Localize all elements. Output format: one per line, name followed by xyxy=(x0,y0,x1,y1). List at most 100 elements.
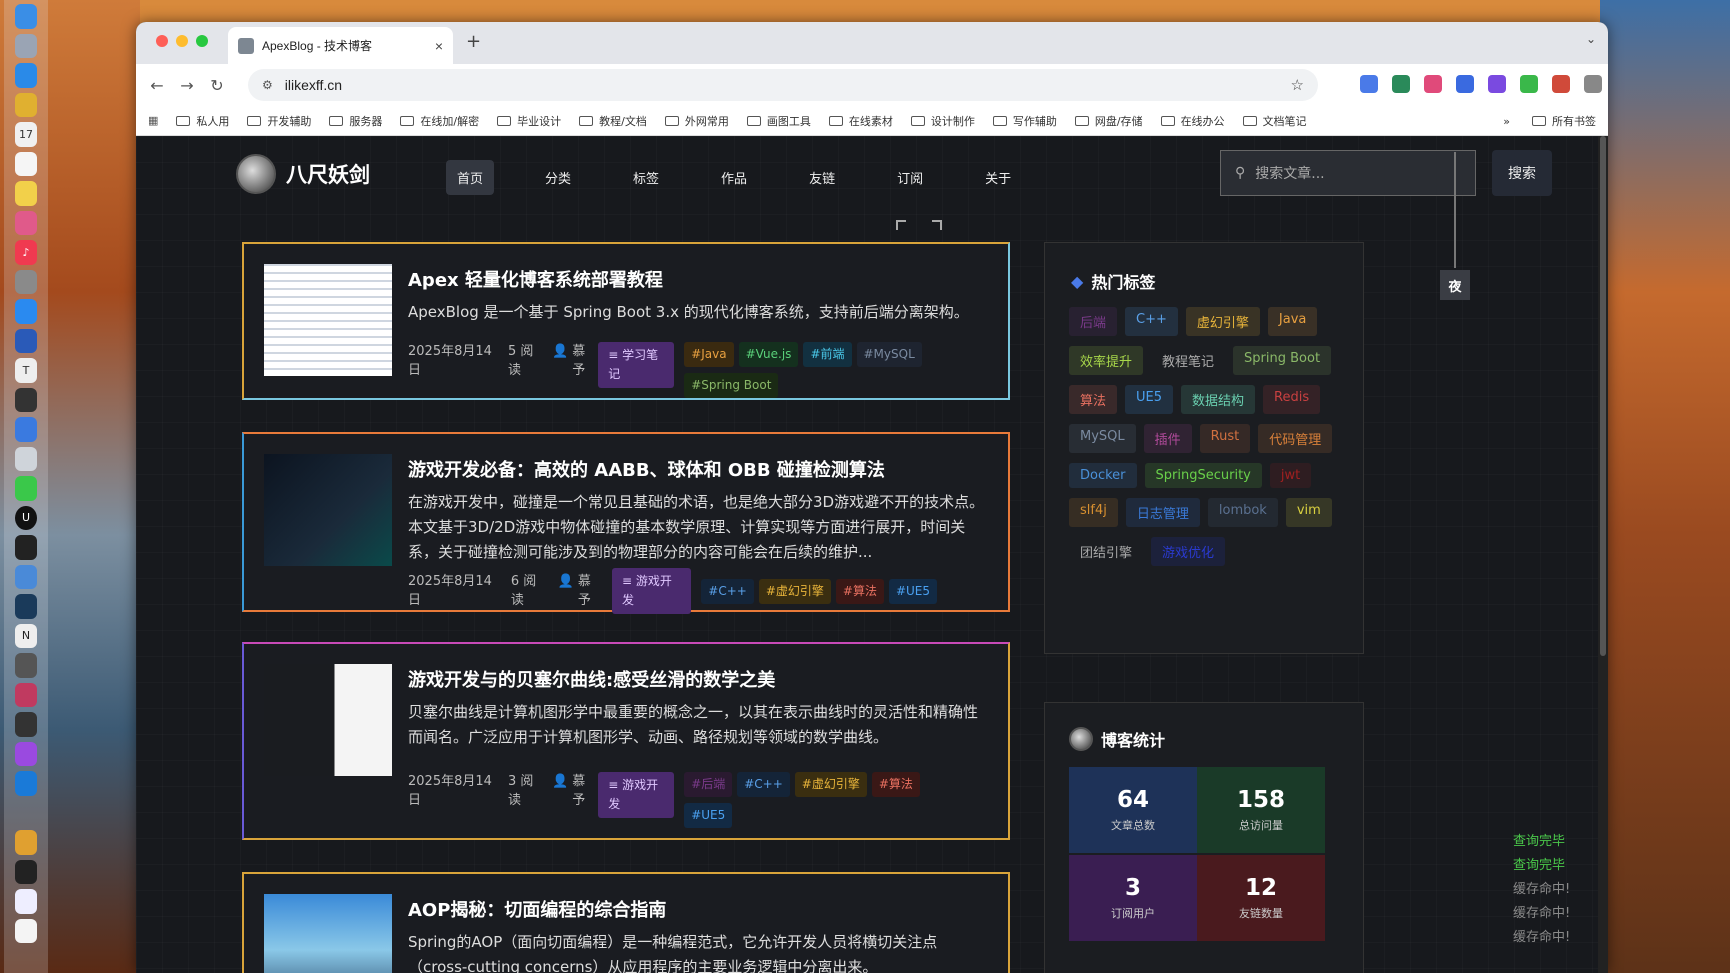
post-title[interactable]: 游戏开发与的贝塞尔曲线:感受丝滑的数学之美 xyxy=(408,666,775,692)
hot-tag[interactable]: vim xyxy=(1285,498,1332,527)
bookmark-folder[interactable]: 外网常用 xyxy=(664,113,729,129)
screenshot-extension-icon[interactable] xyxy=(1552,75,1570,93)
forward-icon[interactable]: → xyxy=(172,76,202,95)
nav-link[interactable]: 作品 xyxy=(710,160,758,195)
finder-icon[interactable] xyxy=(15,4,37,29)
hot-tag[interactable]: 日志管理 xyxy=(1125,498,1200,527)
night-mode-toggle[interactable]: 夜 xyxy=(1440,270,1470,300)
post-title[interactable]: 游戏开发必备：高效的 AABB、球体和 OBB 碰撞检测算法 xyxy=(408,456,885,482)
post-tag[interactable]: #算法 xyxy=(835,578,884,604)
hot-tag[interactable]: 效率提升 xyxy=(1069,346,1144,375)
pink-extension-icon[interactable] xyxy=(1424,75,1442,93)
minimize-window-button[interactable] xyxy=(176,35,188,47)
blue-extension-icon[interactable] xyxy=(1456,75,1474,93)
post-tag[interactable]: #虚幻引擎 xyxy=(794,772,867,797)
paw-icon[interactable] xyxy=(15,830,37,855)
bookmark-folder[interactable]: 网盘/存储 xyxy=(1074,113,1143,129)
hot-tag[interactable]: UE5 xyxy=(1125,385,1174,414)
calendar-icon[interactable]: 17 xyxy=(15,122,37,147)
post-tag[interactable]: #前端 xyxy=(803,342,852,367)
close-tab-icon[interactable]: × xyxy=(435,38,443,54)
bookmark-folder[interactable]: 在线办公 xyxy=(1160,113,1225,129)
post-tag[interactable]: #UE5 xyxy=(684,803,733,828)
nav-link[interactable]: 关于 xyxy=(974,160,1022,195)
post-tag[interactable]: #UE5 xyxy=(888,578,938,604)
memo-icon[interactable] xyxy=(15,181,37,206)
nav-link[interactable]: 分类 xyxy=(534,160,582,195)
post-tag[interactable]: #Spring Boot xyxy=(684,373,779,398)
hot-tag[interactable]: 后端 xyxy=(1069,307,1118,336)
wechat-icon[interactable] xyxy=(15,476,37,501)
bookmark-folder[interactable]: 画图工具 xyxy=(746,113,811,129)
activity-icon[interactable] xyxy=(15,446,37,471)
xcode-icon[interactable] xyxy=(15,417,37,442)
settings-icon[interactable] xyxy=(15,269,37,294)
steam-icon[interactable] xyxy=(15,594,37,619)
bookmark-folder[interactable]: 设计制作 xyxy=(910,113,975,129)
apps-grid-icon[interactable]: ▦ xyxy=(148,114,158,127)
tab-search-chevron-icon[interactable]: ⌄ xyxy=(1586,32,1596,46)
safari-icon[interactable] xyxy=(15,63,37,88)
shield-icon[interactable] xyxy=(1520,75,1538,93)
post-thumbnail[interactable] xyxy=(264,664,392,776)
purple-extension-icon[interactable] xyxy=(1488,75,1506,93)
site-settings-icon[interactable]: ⚙ xyxy=(262,78,273,92)
bookmark-folder[interactable]: 毕业设计 xyxy=(497,113,561,129)
bookmark-folder[interactable]: 服务器 xyxy=(329,113,382,129)
scrollbar-thumb[interactable] xyxy=(1600,136,1606,656)
scrollbar[interactable] xyxy=(1598,136,1608,973)
category-badge[interactable]: ≡ 游戏开发 xyxy=(598,772,675,818)
post-tag[interactable]: #Vue.js xyxy=(738,342,799,367)
vue-devtools-icon[interactable] xyxy=(1392,75,1410,93)
address-bar[interactable]: ⚙ ilikexff.cn ☆ xyxy=(248,69,1318,101)
post-card[interactable]: Apex 轻量化博客系统部署教程 ApexBlog 是一个基于 Spring B… xyxy=(242,242,1010,400)
app-store-icon[interactable] xyxy=(15,299,37,324)
hot-tag[interactable]: Docker xyxy=(1069,463,1137,488)
post-card[interactable]: AOP揭秘：切面编程的综合指南 Spring的AOP（面向切面编程）是一种编程范… xyxy=(242,872,1010,973)
post-card[interactable]: 游戏开发必备：高效的 AABB、球体和 OBB 碰撞检测算法 在游戏开发中，碰撞… xyxy=(242,432,1010,614)
hot-tag[interactable]: 数据结构 xyxy=(1181,385,1256,414)
hot-tag[interactable]: 插件 xyxy=(1143,424,1192,453)
bookmark-folder[interactable]: 开发辅助 xyxy=(247,113,311,129)
hot-tag[interactable]: SpringSecurity xyxy=(1144,463,1262,488)
nav-link[interactable]: 标签 xyxy=(622,160,670,195)
post-tag[interactable]: #Java xyxy=(684,342,734,367)
hot-tag[interactable]: Java xyxy=(1267,307,1318,336)
hot-tag[interactable]: C++ xyxy=(1125,307,1178,336)
more-bookmarks-button[interactable]: » xyxy=(1503,115,1510,128)
bookmark-folder[interactable]: 在线加/解密 xyxy=(400,113,479,129)
hot-tag[interactable]: 算法 xyxy=(1069,385,1118,414)
bookmark-star-icon[interactable]: ☆ xyxy=(1291,76,1304,94)
nav-link[interactable]: 友链 xyxy=(798,160,846,195)
notion-icon[interactable]: N xyxy=(15,623,37,648)
hot-tag[interactable]: 游戏优化 xyxy=(1151,537,1226,566)
search-input[interactable]: ⚲ 搜索文章... xyxy=(1220,150,1476,196)
maximize-window-button[interactable] xyxy=(196,35,208,47)
nav-link[interactable]: 首页 xyxy=(446,160,495,195)
photos-icon[interactable] xyxy=(15,210,37,235)
hot-tag[interactable]: lombok xyxy=(1207,498,1278,527)
hot-tag[interactable]: Spring Boot xyxy=(1233,346,1332,375)
post-card[interactable]: 游戏开发与的贝塞尔曲线:感受丝滑的数学之美 贝塞尔曲线是计算机图形学中最重要的概… xyxy=(242,642,1010,840)
post-tag[interactable]: #MySQL xyxy=(856,342,922,367)
nav-link[interactable]: 订阅 xyxy=(886,160,934,195)
notes-icon[interactable] xyxy=(15,151,37,176)
purple-app-icon[interactable] xyxy=(15,741,37,766)
word-icon[interactable] xyxy=(15,328,37,353)
music-icon[interactable]: ♪ xyxy=(15,240,37,265)
hot-tag[interactable]: 虚幻引擎 xyxy=(1185,307,1260,336)
hot-tag[interactable]: MySQL xyxy=(1069,424,1136,453)
post-title[interactable]: AOP揭秘：切面编程的综合指南 xyxy=(408,896,666,922)
post-thumbnail[interactable] xyxy=(264,454,392,566)
typora-icon[interactable]: T xyxy=(15,358,37,383)
puzzle-icon[interactable] xyxy=(1584,75,1602,93)
reload-icon[interactable]: ↻ xyxy=(202,76,232,95)
new-tab-button[interactable]: + xyxy=(466,31,481,52)
qq-icon[interactable] xyxy=(15,859,37,884)
category-badge[interactable]: ≡ 学习笔记 xyxy=(598,342,675,388)
simulator-icon[interactable] xyxy=(15,564,37,589)
bookmark-folder[interactable]: 私人用 xyxy=(176,113,229,129)
preview-icon[interactable] xyxy=(15,889,37,914)
unreal-icon[interactable]: U xyxy=(15,505,37,530)
hot-tag[interactable]: Rust xyxy=(1199,424,1251,453)
